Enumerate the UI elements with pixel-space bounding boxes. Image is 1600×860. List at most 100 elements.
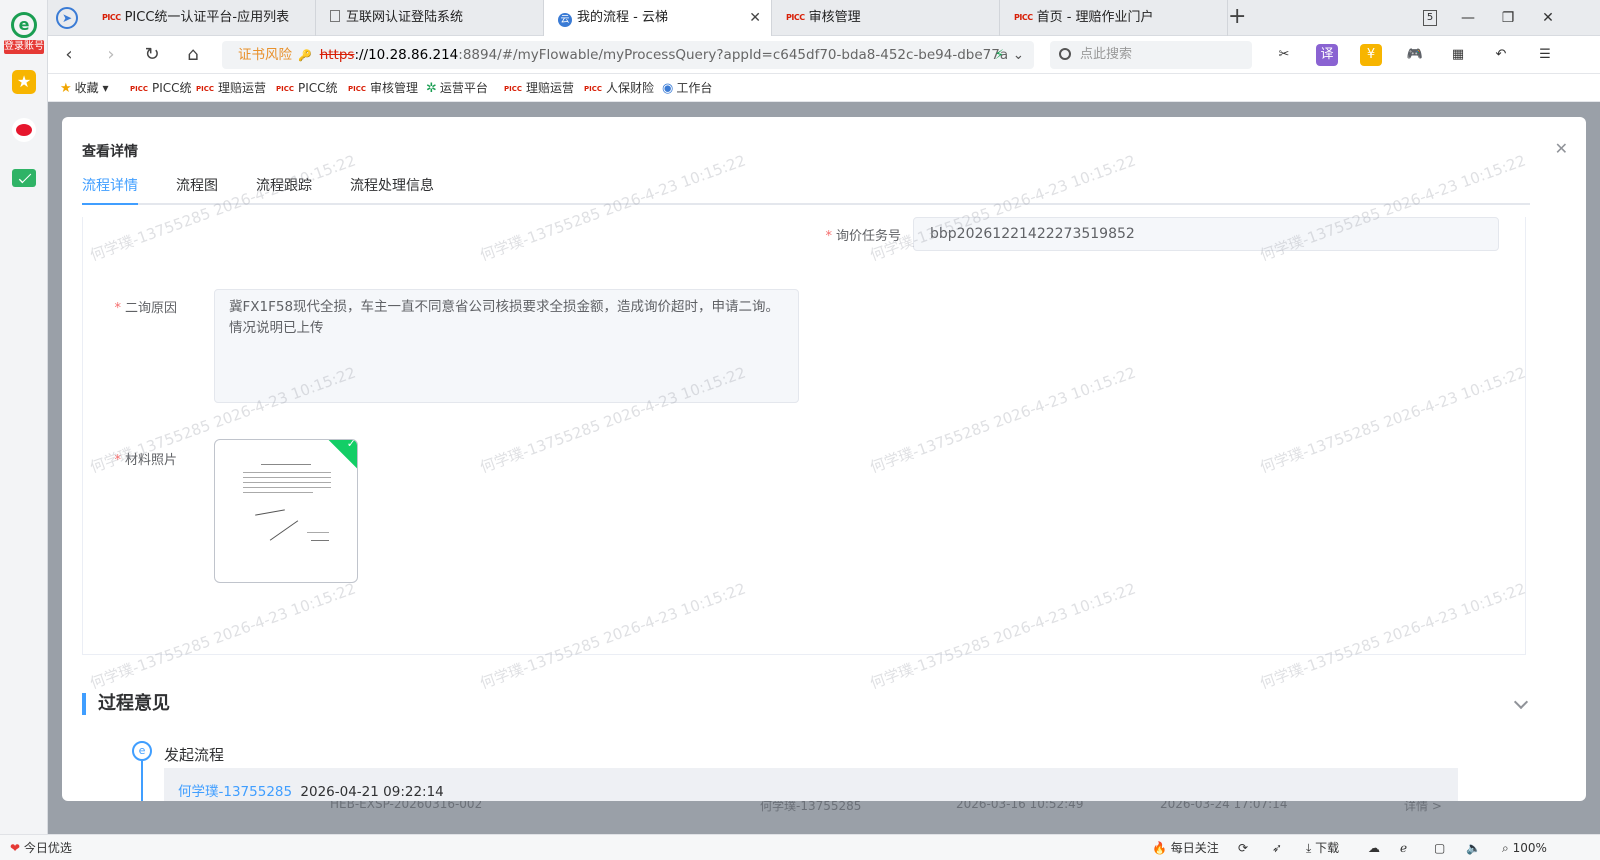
cert-risk-label[interactable]: 证书风险: [238, 47, 292, 63]
search-box[interactable]: 点此搜索: [1050, 41, 1252, 69]
yunti-icon: 云: [558, 13, 572, 27]
restore-icon[interactable]: ❐: [1488, 0, 1528, 36]
apps-grid-icon[interactable]: ▦: [1447, 44, 1469, 66]
cert-warning-icon: 🔑: [298, 49, 312, 62]
browser-tab-auth-login[interactable]: 互联网认证登陆系统: [316, 0, 544, 36]
bookmarks-bar: ★ 收藏 ▾ PICC PICC统 PICC 理赔运营 PICC PICC统 PICC 审…: [48, 74, 1600, 102]
dialog-title: 查看详情: [82, 144, 138, 160]
picc-logo-icon: PICC: [102, 13, 121, 22]
close-tab-icon[interactable]: ✕: [749, 0, 761, 36]
bookmark-item[interactable]: PICC PICC统: [130, 74, 192, 102]
flow-step-title: 发起流程: [164, 746, 225, 764]
browser-tab-picc-apps[interactable]: PICC PICC统一认证平台-应用列表: [88, 0, 316, 36]
bookmark-item[interactable]: PICC 理赔运营: [196, 74, 266, 102]
scissors-icon[interactable]: ✂: [1273, 44, 1295, 66]
favorites-star-icon[interactable]: ★: [12, 70, 36, 94]
login-account-tag[interactable]: 登录账号: [4, 40, 44, 54]
flow-step-icon: e: [132, 741, 152, 761]
home-icon[interactable]: ⌂: [180, 42, 206, 68]
game-icon[interactable]: 🎮: [1404, 44, 1426, 66]
fire-icon: 🔥: [1152, 841, 1167, 855]
url-host: ://10.28.86.214: [354, 47, 459, 63]
weibo-icon[interactable]: [12, 118, 36, 142]
search-placeholder: 点此搜索: [1080, 47, 1133, 62]
download-button[interactable]: ⤓ 下载: [1306, 835, 1339, 860]
bookmark-item[interactable]: ✲ 运营平台: [426, 74, 488, 102]
tab-process-details[interactable]: 流程详情: [82, 175, 138, 205]
tab-count-badge[interactable]: 5: [1423, 10, 1437, 26]
doc-text-line: [261, 464, 311, 465]
star-icon: ★: [60, 81, 72, 96]
task-no-label: * 询价任务号: [825, 229, 901, 244]
daily-picks[interactable]: ❤ 今日优选: [10, 835, 72, 860]
close-icon[interactable]: ✕: [1555, 139, 1568, 158]
url-scheme: https: [319, 47, 355, 63]
bookmark-item[interactable]: ◉ 工作台: [662, 74, 712, 102]
doc-text-line: [311, 540, 329, 541]
browser-tab-claims-portal[interactable]: PICC 首页 - 理赔作业门户: [1000, 0, 1228, 36]
picc-logo-icon: PICC: [504, 85, 523, 93]
picc-logo-icon: PICC: [276, 85, 295, 93]
back-icon[interactable]: ‹: [56, 42, 82, 68]
reload-icon[interactable]: ↻: [139, 42, 165, 68]
tab-process-tracking[interactable]: 流程跟踪: [256, 175, 312, 205]
undo-icon[interactable]: ↶: [1490, 44, 1512, 66]
navigation-compass-icon[interactable]: ➤: [56, 7, 78, 29]
close-window-icon[interactable]: ✕: [1528, 0, 1568, 36]
picc-logo-icon: PICC: [584, 85, 603, 93]
forward-icon[interactable]: ›: [98, 42, 124, 68]
signature-mark: [269, 520, 299, 541]
new-tab-plus-icon[interactable]: +: [1228, 4, 1246, 29]
doc-text-line: [243, 477, 331, 478]
signature-mark: [255, 509, 285, 516]
upload-success-badge: ✓: [326, 440, 357, 471]
menu-icon[interactable]: ☰: [1534, 44, 1556, 66]
material-photo-thumbnail[interactable]: ✓: [214, 439, 358, 583]
window-icon[interactable]: ▢: [1434, 835, 1445, 860]
reason-textarea[interactable]: 冀FX1F58现代全损，车主一直不同意省公司核损要求全损金额，造成询价超时，申请…: [214, 289, 799, 403]
dialog-tabs: 流程详情 流程图 流程跟踪 流程处理信息: [82, 175, 1530, 205]
task-no-field[interactable]: bbp20261221422273519852: [913, 217, 1499, 251]
speed-mode-icon[interactable]: ⚡: [995, 41, 1004, 69]
ie-icon[interactable]: ℯ: [1400, 835, 1407, 860]
daily-follow[interactable]: 🔥 每日关注: [1152, 835, 1219, 860]
search-icon: [1059, 48, 1071, 60]
flow-user[interactable]: 何学璞-13755285: [178, 784, 292, 800]
browser-tab-audit[interactable]: PICC 审核管理: [772, 0, 1000, 36]
download-icon: ⤓: [1306, 841, 1312, 855]
translate-icon[interactable]: 译: [1316, 44, 1338, 66]
minimize-icon[interactable]: —: [1448, 0, 1488, 36]
bookmark-item[interactable]: PICC 审核管理: [348, 74, 418, 102]
bookmark-item[interactable]: PICC PICC统: [276, 74, 338, 102]
side-rail: e 登录账号 ★: [0, 0, 48, 834]
zoom-control[interactable]: ⌕ 100%: [1502, 835, 1547, 860]
chevron-down-icon[interactable]: [1513, 694, 1529, 710]
details-dialog: 查看详情 ✕ 流程详情 流程图 流程跟踪 流程处理信息 * 询价任务号 bbp20…: [62, 117, 1586, 801]
tab-process-chart[interactable]: 流程图: [176, 175, 218, 205]
sync-icon[interactable]: ⟳: [1238, 835, 1248, 860]
chevron-down-icon[interactable]: ⌄: [1013, 41, 1024, 69]
flow-timeline: [141, 761, 143, 801]
zoom-icon: ⌕: [1502, 841, 1509, 855]
browser-tab-strip: ➤ PICC PICC统一认证平台-应用列表 互联网认证登陆系统 云我的流程 - …: [48, 0, 1600, 36]
bookmark-item[interactable]: PICC 理赔运营: [504, 74, 574, 102]
photo-label: * 材料照片: [114, 453, 177, 468]
picc-logo-icon: PICC: [130, 85, 149, 93]
shield-icon[interactable]: ¥: [1360, 44, 1382, 66]
speaker-icon[interactable]: 🔈: [1466, 835, 1481, 860]
bookmark-favorites[interactable]: ★ 收藏 ▾: [60, 74, 109, 102]
browser-logo[interactable]: e 登录账号: [4, 12, 44, 58]
rocket-icon[interactable]: ➶: [1272, 835, 1282, 860]
bookmark-item[interactable]: PICC 人保财险: [584, 74, 654, 102]
tab-process-handling[interactable]: 流程处理信息: [350, 175, 434, 205]
process-opinion-heading: 过程意见: [82, 693, 170, 715]
doc-text-line: [243, 482, 331, 483]
address-bar[interactable]: 证书风险 🔑 https://10.28.86.214:8894/#/myFlowa…: [222, 41, 1034, 69]
mail-icon[interactable]: [12, 169, 36, 187]
address-toolbar: ‹ › ↻ ⌂ 证书风险 🔑 https://10.28.86.214:8894/#…: [48, 36, 1600, 74]
e-logo-icon: e: [11, 12, 37, 38]
workbench-icon: ◉: [662, 81, 674, 96]
cloud-icon[interactable]: ☁: [1368, 835, 1380, 860]
browser-tab-my-process[interactable]: 云我的流程 - 云梯 ✕: [544, 0, 772, 36]
picc-logo-icon: PICC: [1014, 13, 1033, 22]
